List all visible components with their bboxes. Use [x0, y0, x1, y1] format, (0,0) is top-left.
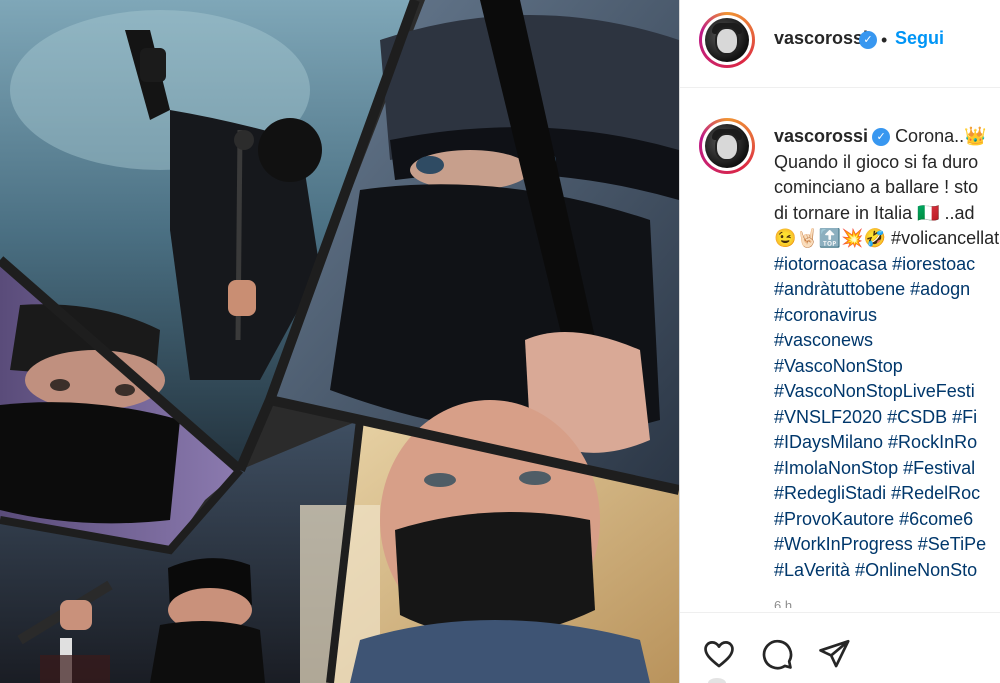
hashtag-link[interactable]: #andràtuttobene #adogn [774, 277, 1000, 303]
hashtag-link[interactable]: #LaVerità #OnlineNonSto [774, 558, 1000, 584]
header-separator: • [881, 30, 888, 50]
caption-username[interactable]: vascorossi [774, 126, 868, 146]
hashtag-link[interactable]: #VascoNonStop [774, 354, 1000, 380]
post-caption: vascorossi ✓ Corona..👑 Quando il gioco si … [774, 124, 1000, 583]
hashtag-link[interactable]: #iotornoacasa #iorestoac [774, 252, 1000, 278]
hashtag-link[interactable]: #VNSLF2020 #CSDB #Fi [774, 405, 1000, 431]
hashtag-link[interactable]: #ImolaNonStop #Festival [774, 456, 1000, 482]
hashtag-link[interactable]: #coronavirus [774, 303, 1000, 329]
post-image[interactable] [0, 0, 679, 683]
hashtag-link[interactable]: #ProvoKautore #6come6 [774, 507, 1000, 533]
caption-line: vascorossi ✓ Corona..👑 [774, 124, 1000, 150]
collage-graphic [0, 0, 679, 683]
caption-verified-badge-icon: ✓ [872, 128, 891, 146]
caption-text-line: cominciano a ballare ! sto [774, 177, 979, 197]
comment-icon[interactable] [760, 637, 794, 671]
heart-icon[interactable] [702, 637, 736, 671]
hashtag-link[interactable]: #VascoNonStopLiveFesti [774, 379, 1000, 405]
post-timestamp[interactable]: 6 h [774, 598, 792, 608]
hashtag-link[interactable]: #IDaysMilano #RockInRo [774, 430, 1000, 456]
post-header: vascorossi ✓ • Segui [680, 0, 1000, 88]
post-actions-bar [680, 612, 1000, 683]
verified-badge-icon: ✓ [859, 31, 877, 49]
author-username[interactable]: vascorossi [774, 28, 868, 49]
liker-avatar [708, 678, 726, 683]
caption-text-line: 😉🤘🏻🔝💥🤣 #volicancellat [774, 226, 1000, 252]
post-side-panel: vascorossi ✓ • Segui vascorossi ✓ Corona..… [679, 0, 1000, 683]
caption-text-line: Corona..👑 [895, 126, 987, 146]
caption-text-line: Quando il gioco si fa duro [774, 151, 979, 172]
hashtag-link[interactable]: #WorkInProgress #SeTiPe [774, 532, 1000, 558]
caption-author-avatar[interactable] [699, 118, 755, 174]
author-avatar[interactable] [699, 12, 755, 68]
follow-button[interactable]: Segui [895, 28, 944, 49]
share-icon[interactable] [817, 637, 851, 671]
caption-text-line: di tornare in Italia 🇮🇹 ..ad [774, 202, 975, 223]
caption-emoji-hashtag-line[interactable]: 😉🤘🏻🔝💥🤣 #volicancellat [774, 228, 999, 248]
hashtag-link[interactable]: #vasconews [774, 328, 1000, 354]
hashtag-link[interactable]: #RedegliStadi #RedelRoc [774, 481, 1000, 507]
